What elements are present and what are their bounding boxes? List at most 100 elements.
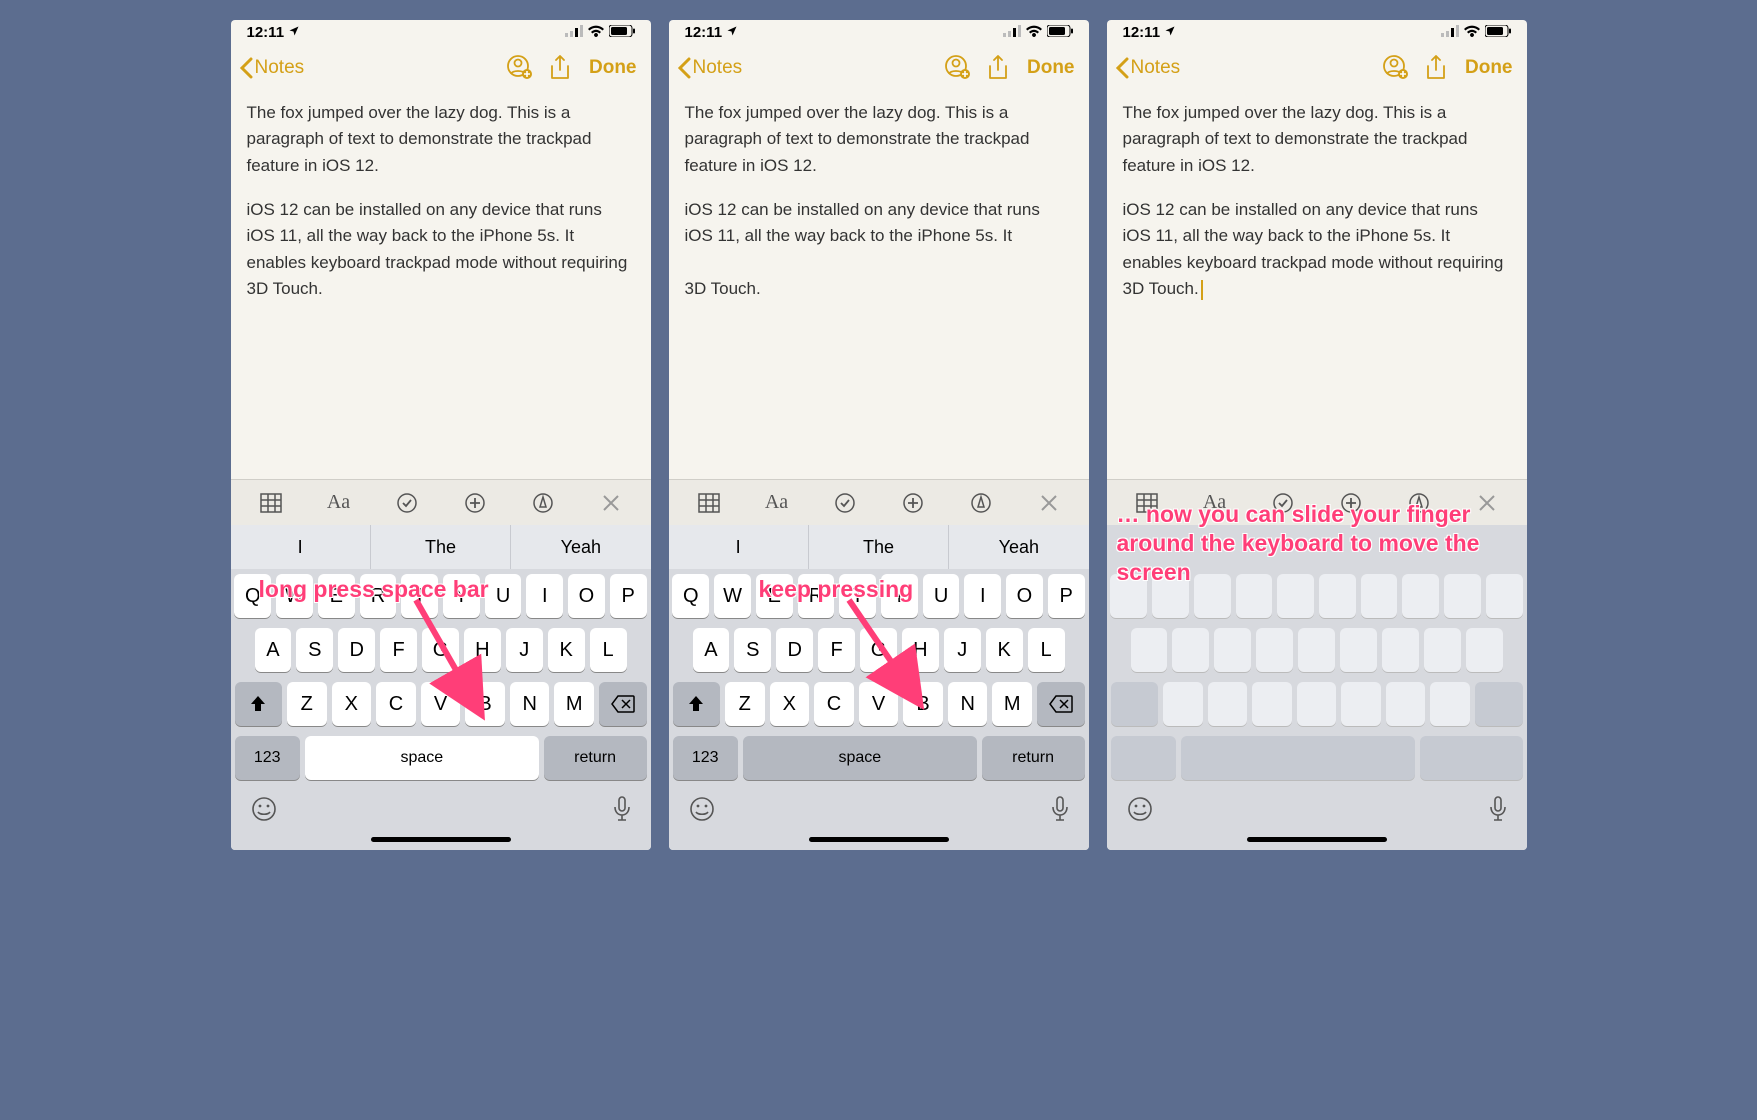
- key-p[interactable]: P: [1048, 574, 1085, 618]
- ghost-key[interactable]: [1194, 574, 1231, 618]
- ghost-key[interactable]: [1252, 682, 1292, 726]
- keyboard[interactable]: I The Yeah Q W E R T Y U I O P A S D F G…: [231, 525, 651, 850]
- key-m[interactable]: M: [992, 682, 1032, 726]
- markup-icon[interactable]: [521, 485, 565, 521]
- key-f[interactable]: F: [818, 628, 855, 672]
- key-c[interactable]: C: [814, 682, 854, 726]
- key-u[interactable]: U: [923, 574, 960, 618]
- text-format-icon[interactable]: Aa: [1193, 485, 1237, 521]
- key-k[interactable]: K: [986, 628, 1023, 672]
- ghost-key[interactable]: [1466, 628, 1503, 672]
- text-format-icon[interactable]: Aa: [755, 485, 799, 521]
- add-person-icon[interactable]: [1379, 51, 1413, 85]
- key-o[interactable]: O: [568, 574, 605, 618]
- note-content[interactable]: The fox jumped over the lazy dog. This i…: [231, 92, 651, 479]
- key-h[interactable]: H: [902, 628, 939, 672]
- shift-key[interactable]: [673, 682, 720, 726]
- key-x[interactable]: X: [770, 682, 810, 726]
- ghost-numeric[interactable]: [1111, 736, 1176, 780]
- key-b[interactable]: B: [903, 682, 943, 726]
- suggestion-3[interactable]: Yeah: [511, 525, 650, 569]
- home-indicator[interactable]: [1247, 837, 1387, 842]
- ghost-key[interactable]: [1214, 628, 1251, 672]
- key-a[interactable]: A: [693, 628, 730, 672]
- emoji-icon[interactable]: [1127, 796, 1153, 827]
- key-y[interactable]: Y: [881, 574, 918, 618]
- key-p[interactable]: P: [610, 574, 647, 618]
- key-i[interactable]: I: [964, 574, 1001, 618]
- add-icon[interactable]: [453, 485, 497, 521]
- key-s[interactable]: S: [734, 628, 771, 672]
- dictation-icon[interactable]: [1051, 796, 1069, 827]
- back-button[interactable]: Notes: [677, 57, 743, 79]
- key-h[interactable]: H: [464, 628, 501, 672]
- share-icon[interactable]: [981, 51, 1015, 85]
- backspace-key[interactable]: [599, 682, 646, 726]
- ghost-key[interactable]: [1430, 682, 1470, 726]
- back-button[interactable]: Notes: [239, 57, 305, 79]
- ghost-key[interactable]: [1172, 628, 1209, 672]
- table-icon[interactable]: [1125, 485, 1169, 521]
- key-t[interactable]: T: [839, 574, 876, 618]
- key-z[interactable]: Z: [287, 682, 327, 726]
- ghost-key[interactable]: [1297, 682, 1337, 726]
- table-icon[interactable]: [249, 485, 293, 521]
- key-v[interactable]: V: [859, 682, 899, 726]
- key-a[interactable]: A: [255, 628, 292, 672]
- share-icon[interactable]: [1419, 51, 1453, 85]
- key-q[interactable]: Q: [234, 574, 271, 618]
- markup-icon[interactable]: [959, 485, 1003, 521]
- key-u[interactable]: U: [485, 574, 522, 618]
- home-indicator[interactable]: [371, 837, 511, 842]
- key-c[interactable]: C: [376, 682, 416, 726]
- key-q[interactable]: Q: [672, 574, 709, 618]
- key-w[interactable]: W: [714, 574, 751, 618]
- key-x[interactable]: X: [332, 682, 372, 726]
- key-d[interactable]: D: [776, 628, 813, 672]
- key-z[interactable]: Z: [725, 682, 765, 726]
- key-i[interactable]: I: [526, 574, 563, 618]
- key-o[interactable]: O: [1006, 574, 1043, 618]
- ghost-space[interactable]: [1181, 736, 1415, 780]
- home-indicator[interactable]: [809, 837, 949, 842]
- back-button[interactable]: Notes: [1115, 57, 1181, 79]
- key-v[interactable]: V: [421, 682, 461, 726]
- ghost-backspace[interactable]: [1475, 682, 1522, 726]
- note-content[interactable]: The fox jumped over the lazy dog. This i…: [1107, 92, 1527, 479]
- ghost-key[interactable]: [1131, 628, 1168, 672]
- done-button[interactable]: Done: [1021, 57, 1081, 79]
- return-key[interactable]: return: [982, 736, 1085, 780]
- checklist-icon[interactable]: [385, 485, 429, 521]
- key-j[interactable]: J: [944, 628, 981, 672]
- dictation-icon[interactable]: [613, 796, 631, 827]
- key-k[interactable]: K: [548, 628, 585, 672]
- table-icon[interactable]: [687, 485, 731, 521]
- key-r[interactable]: R: [798, 574, 835, 618]
- key-w[interactable]: W: [276, 574, 313, 618]
- key-y[interactable]: Y: [443, 574, 480, 618]
- key-g[interactable]: G: [860, 628, 897, 672]
- key-l[interactable]: L: [1028, 628, 1065, 672]
- key-n[interactable]: N: [510, 682, 550, 726]
- ghost-key[interactable]: [1298, 628, 1335, 672]
- ghost-key[interactable]: [1256, 628, 1293, 672]
- suggestion-3[interactable]: Yeah: [949, 525, 1088, 569]
- key-f[interactable]: F: [380, 628, 417, 672]
- dictation-icon[interactable]: [1489, 796, 1507, 827]
- add-icon[interactable]: [891, 485, 935, 521]
- ghost-key[interactable]: [1402, 574, 1439, 618]
- checklist-icon[interactable]: [1261, 485, 1305, 521]
- space-key[interactable]: space: [305, 736, 539, 780]
- done-button[interactable]: Done: [1459, 57, 1519, 79]
- ghost-key[interactable]: [1386, 682, 1426, 726]
- space-key-pressed[interactable]: space: [743, 736, 977, 780]
- add-person-icon[interactable]: [503, 51, 537, 85]
- key-e[interactable]: E: [318, 574, 355, 618]
- ghost-key[interactable]: [1361, 574, 1398, 618]
- key-t[interactable]: T: [401, 574, 438, 618]
- ghost-key[interactable]: [1236, 574, 1273, 618]
- ghost-key[interactable]: [1486, 574, 1523, 618]
- numeric-key[interactable]: 123: [235, 736, 300, 780]
- suggestion-2[interactable]: The: [371, 525, 511, 569]
- key-d[interactable]: D: [338, 628, 375, 672]
